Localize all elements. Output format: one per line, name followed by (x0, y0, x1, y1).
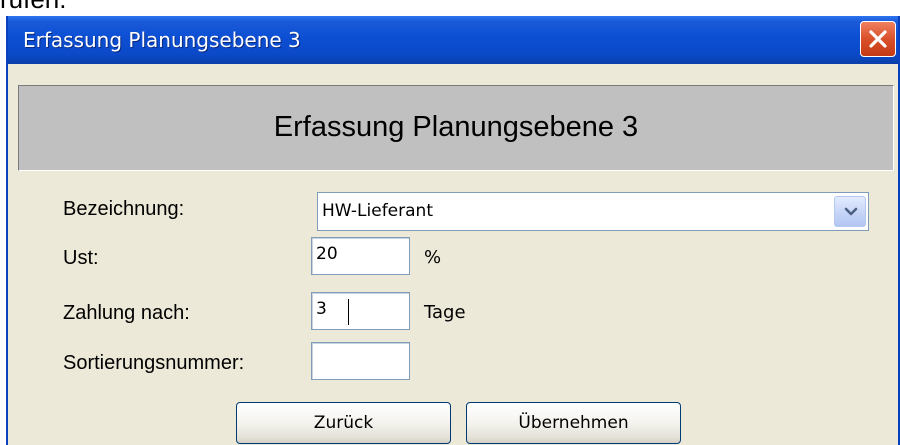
close-icon (869, 30, 887, 48)
apply-button[interactable]: Übernehmen (466, 402, 681, 444)
ust-label: Ust: (63, 247, 99, 269)
title-bar[interactable]: Erfassung Planungsebene 3 (8, 16, 898, 64)
bezeichnung-select[interactable]: HW-Lieferant (317, 192, 869, 231)
bezeichnung-label: Bezeichnung: (63, 198, 185, 220)
window-title: Erfassung Planungsebene 3 (23, 28, 301, 52)
zahlung-input[interactable]: 3 (311, 292, 410, 330)
zahlung-label: Zahlung nach: (63, 302, 190, 324)
sortierung-label: Sortierungsnummer: (63, 352, 245, 374)
ust-unit: % (424, 247, 442, 268)
dialog-window: Erfassung Planungsebene 3 Erfassung Plan… (6, 16, 900, 445)
back-button[interactable]: Zurück (236, 402, 451, 444)
page-title: Erfassung Planungsebene 3 (273, 111, 639, 143)
close-button[interactable] (860, 21, 896, 57)
background-page-text: rufen. (0, 0, 67, 15)
chevron-down-icon (844, 207, 858, 216)
zahlung-unit: Tage (424, 302, 466, 323)
dropdown-button[interactable] (834, 196, 866, 227)
bezeichnung-value: HW-Lieferant (322, 201, 433, 221)
header-panel: Erfassung Planungsebene 3 (18, 85, 894, 171)
ust-input[interactable]: 20 (311, 237, 410, 275)
sortierung-input[interactable] (311, 342, 410, 380)
text-cursor (348, 299, 349, 325)
